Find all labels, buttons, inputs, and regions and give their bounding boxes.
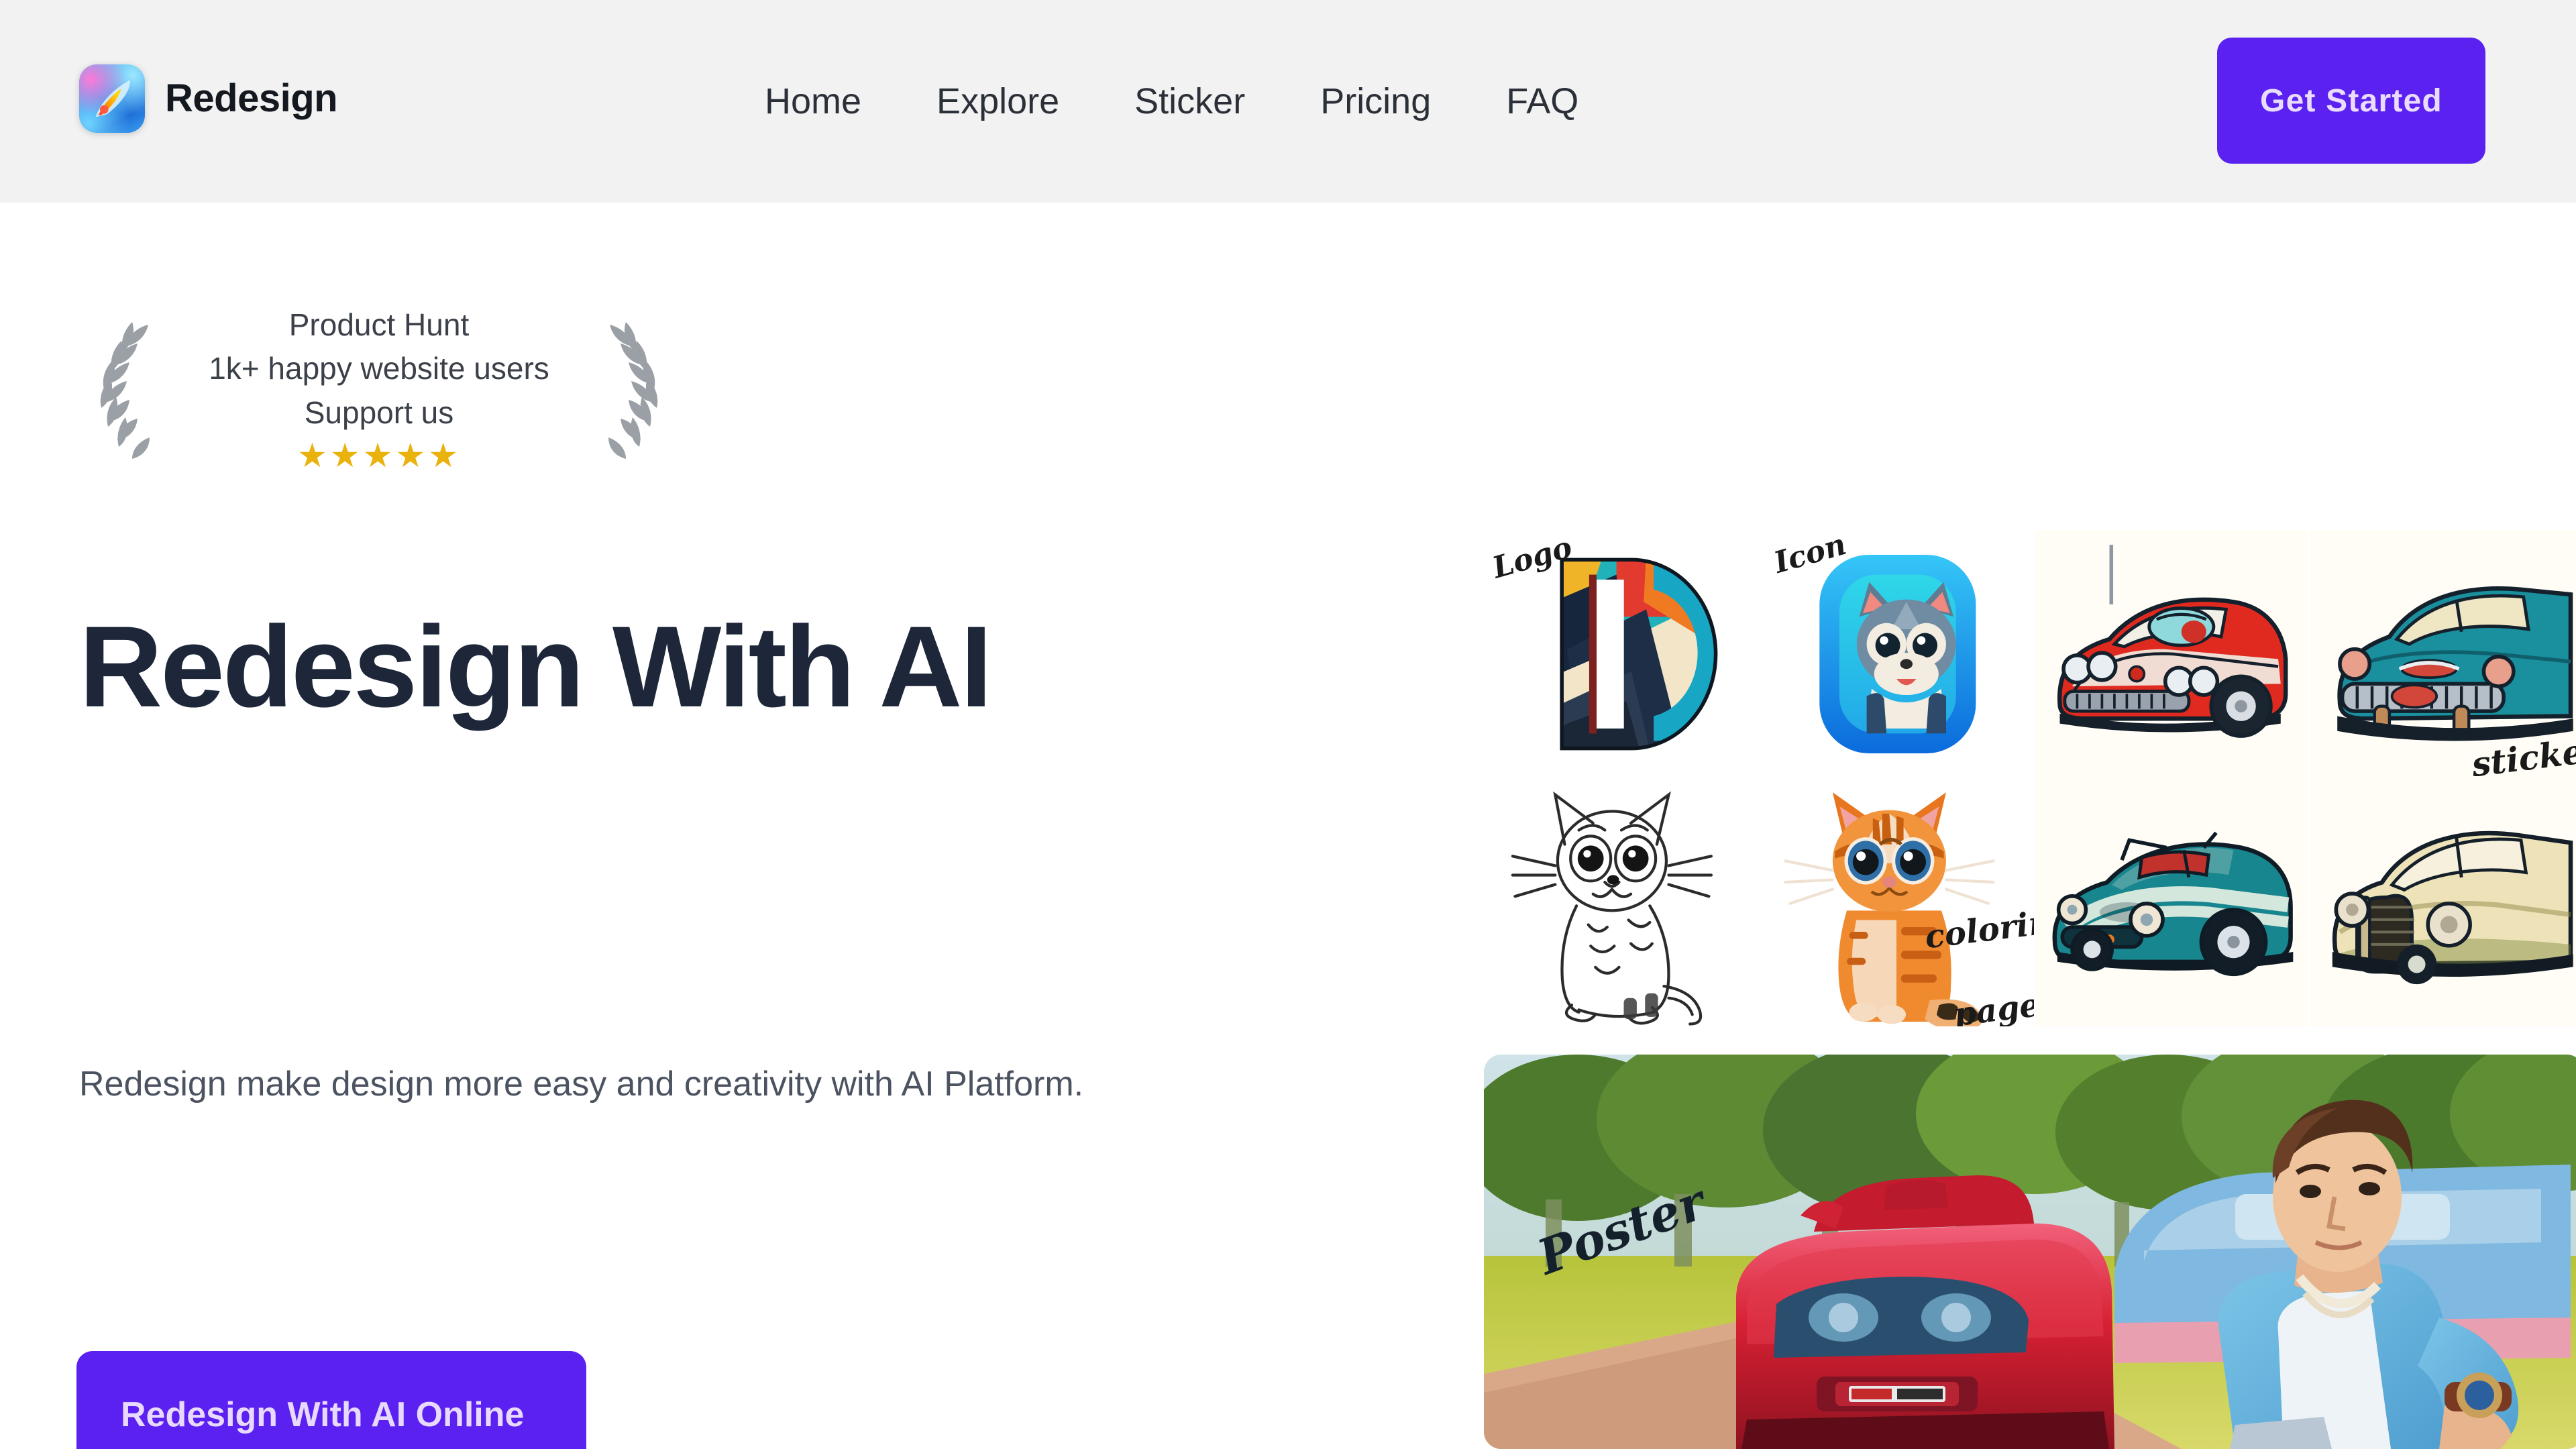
orange-tabby-cat-icon [1778,778,2015,1026]
main-nav: Home Explore Sticker Pricing FAQ [765,0,1578,203]
showcase-tile-icon[interactable]: Icon [1759,530,2034,778]
landing-page: Redesign Home Explore Sticker Pricing FA… [0,0,2576,1449]
man-with-red-sports-car-poster-icon [1484,1055,2576,1449]
showcase-tile-sticker-teal-car[interactable]: stickers [2309,530,2576,778]
showcase-tile-sticker-teal-roadster[interactable] [2034,778,2309,1026]
get-started-button[interactable]: Get Started [2217,38,2485,164]
page-title: Redesign With AI [79,602,992,731]
nav-item-pricing[interactable]: Pricing [1320,80,1431,122]
showcase-tile-grid: Logo Icon stickers coloring pages [1484,530,2576,1026]
nav-item-explore[interactable]: Explore [936,80,1059,122]
showcase-tile-sticker-red-car[interactable] [2034,530,2309,778]
hero-left-column: Product Hunt 1k+ happy website users Sup… [0,203,1462,1449]
nav-item-faq[interactable]: FAQ [1506,80,1578,122]
showcase-tile-logo[interactable]: Logo [1484,530,1759,778]
badge-text-block: Product Hunt 1k+ happy website users Sup… [164,303,594,472]
laurel-wreath-right-icon [608,322,658,459]
line-art-cat-coloring-page-icon [1503,778,1740,1026]
brand[interactable]: Redesign [79,64,338,133]
red-classic-convertible-sticker-icon [2035,530,2308,778]
site-header: Redesign Home Explore Sticker Pricing FA… [0,0,2576,203]
teal-roadster-sticker-icon [2035,778,2308,1026]
brand-name: Redesign [165,76,338,120]
badge-line-users: 1k+ happy website users [209,351,549,386]
brush-glyph-icon [95,80,130,117]
showcase-tile-sticker-cream-car[interactable] [2309,778,2576,1026]
hero-subtitle: Redesign make design more easy and creat… [79,1065,1084,1104]
star-rating: ★★★★★ [297,436,462,474]
badge-line-support: Support us [304,394,454,430]
showcase-poster-card[interactable]: Poster [1484,1055,2576,1449]
laurel-wreath-left-icon [100,322,150,459]
nav-item-home[interactable]: Home [765,80,861,122]
showcase-tile-coloring-lineart[interactable] [1484,778,1759,1026]
hero-showcase: Logo Icon stickers coloring pages Poster [1484,530,2576,1449]
redesign-with-ai-online-button[interactable]: Redesign With AI Online [76,1351,586,1449]
product-hunt-badge[interactable]: Product Hunt 1k+ happy website users Sup… [77,301,681,475]
nav-item-sticker[interactable]: Sticker [1134,80,1245,122]
cream-vintage-car-sticker-icon [2310,778,2576,1026]
badge-line-title: Product Hunt [288,307,470,343]
showcase-tile-coloring-colored[interactable]: coloring pages [1759,778,2034,1026]
app-brush-logo-icon [79,64,145,133]
